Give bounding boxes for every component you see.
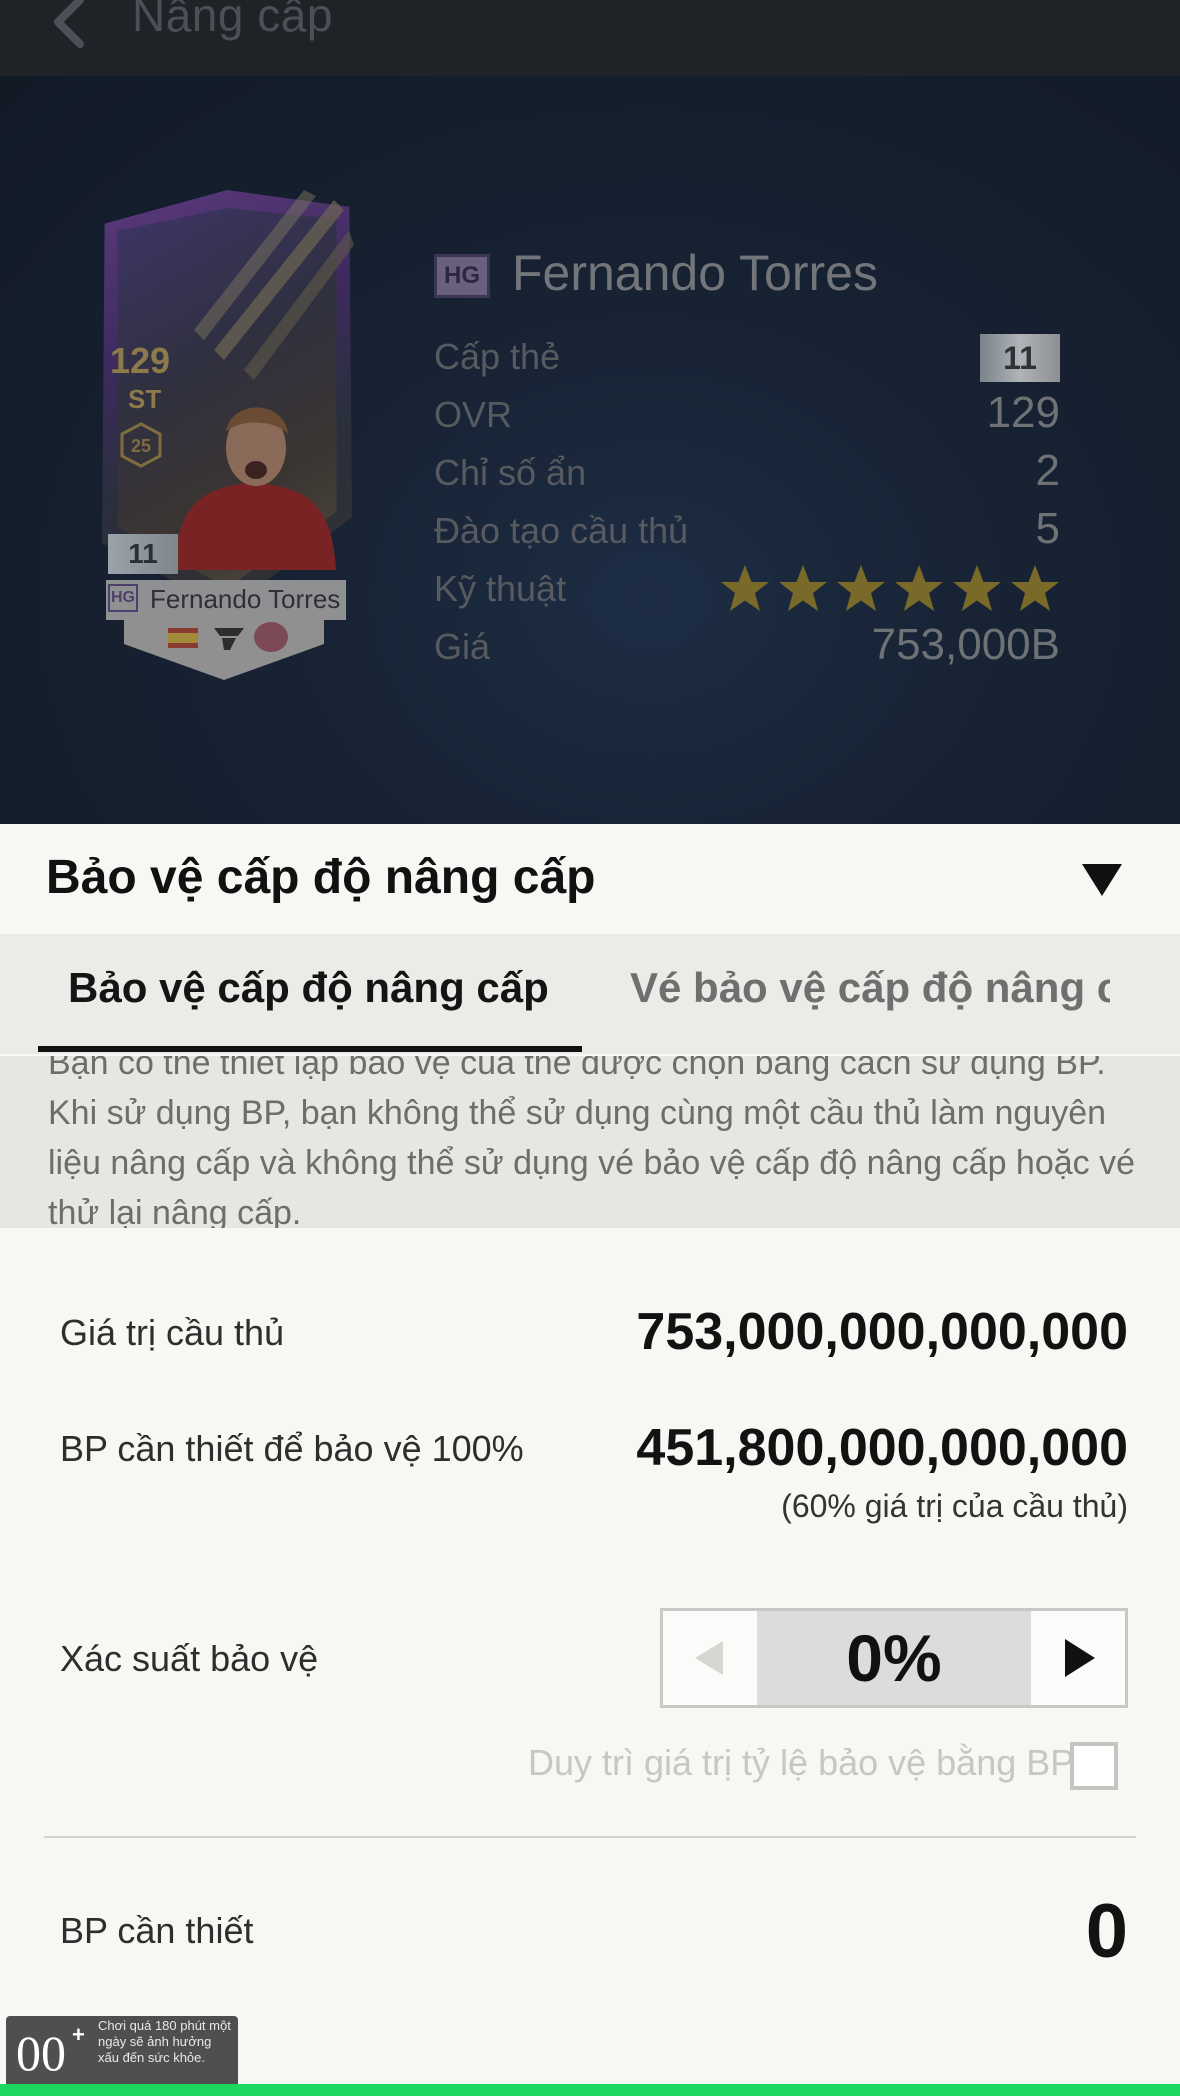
left-triangle-icon <box>695 1641 723 1675</box>
star-icon <box>895 565 943 611</box>
star-icon <box>779 565 827 611</box>
bp-full-note: (60% giá trị của cầu thủ) <box>781 1488 1128 1524</box>
stat-label-hidden-stat: Chỉ số ẩn <box>434 452 587 493</box>
star-icon <box>1011 565 1059 611</box>
probability-value: 0% <box>846 1621 942 1695</box>
probability-stepper: 0% <box>660 1608 1128 1708</box>
stat-label-price: Giá <box>434 626 491 667</box>
stat-value-hidden-stat: 2 <box>1035 446 1060 495</box>
player-photo <box>174 407 336 570</box>
age-rating-plus: + <box>72 2022 85 2047</box>
card-trait-badge: 25 <box>120 422 162 468</box>
description-box[interactable]: Bạn có thể thiết lập bảo vệ của thẻ được… <box>0 1056 1180 1228</box>
stat-value-ovr: 129 <box>986 388 1060 437</box>
league-logo-icon <box>214 628 244 650</box>
keep-rate-checkbox[interactable] <box>1070 1742 1118 1790</box>
bp-required-label: BP cần thiết <box>60 1910 254 1951</box>
keep-rate-label: Duy trì giá trị tỷ lệ bảo vệ bằng BP <box>528 1742 1075 1783</box>
stat-value-training: 5 <box>1035 504 1060 553</box>
card-season-badge: HG <box>108 584 138 612</box>
right-triangle-icon <box>1065 1639 1095 1677</box>
decrease-button[interactable] <box>663 1611 757 1705</box>
club-crest-icon <box>254 622 288 652</box>
active-tab-indicator <box>38 1046 582 1052</box>
stat-label-card-level: Cấp thẻ <box>434 336 561 377</box>
bp-required-value: 0 <box>1085 1889 1128 1974</box>
probability-label: Xác suất bảo vệ <box>60 1638 319 1679</box>
player-card: 129 ST 25 11 HG Fernando Torres <box>94 190 360 680</box>
skill-stars <box>718 562 1062 618</box>
stat-label-training: Đào tạo cầu thủ <box>434 510 689 551</box>
card-level: 11 <box>108 534 178 574</box>
stat-label-ovr: OVR <box>434 394 513 435</box>
bp-full-label: BP cần thiết để bảo vệ 100% <box>60 1428 524 1469</box>
star-icon <box>953 565 1001 611</box>
age-rating-warning: Chơi quá 180 phút một ngày sẽ ảnh hưởng … <box>98 2018 231 2065</box>
page-title: Nâng cấp <box>132 0 333 41</box>
top-bar: Nâng cấp <box>0 0 1180 76</box>
player-name: Fernando Torres <box>512 245 878 301</box>
increase-button[interactable] <box>1031 1611 1125 1705</box>
player-value: 753,000,000,000,000 <box>636 1303 1128 1361</box>
age-rating-number: 00 <box>16 2025 66 2081</box>
star-icon <box>721 565 769 611</box>
back-arrow-icon[interactable] <box>40 0 100 52</box>
season-badge: HG <box>434 254 490 298</box>
divider <box>44 1836 1136 1838</box>
stat-label-skill: Kỹ thuật <box>434 568 567 609</box>
card-player-name: Fernando Torres <box>150 584 341 614</box>
sheet-title: Bảo vệ cấp độ nâng cấp <box>46 851 596 904</box>
player-value-label: Giá trị cầu thủ <box>60 1312 285 1353</box>
nation-flag-icon <box>168 628 198 648</box>
card-badge-number: 25 <box>131 436 151 456</box>
tab-protection-ticket[interactable]: Vé bảo vệ cấp độ nâng cấp <box>630 964 1110 1012</box>
bp-full-value: 451,800,000,000,000 <box>636 1419 1128 1477</box>
collapse-triangle-icon[interactable] <box>1080 862 1124 898</box>
tab-bp-protection[interactable]: Bảo vệ cấp độ nâng cấp BP <box>68 964 550 1012</box>
card-ovr: 129 <box>110 340 171 381</box>
stat-value-card-level: 11 <box>980 334 1060 382</box>
card-rays-decoration <box>194 190 354 380</box>
description-text: Bạn có thể thiết lập bảo vệ của thẻ được… <box>48 1056 1136 1228</box>
star-icon <box>837 565 885 611</box>
stat-value-price: 753,000B <box>871 620 1060 669</box>
card-position: ST <box>128 384 162 414</box>
tab-bar: Bảo vệ cấp độ nâng cấp BP Vé bảo vệ cấp … <box>0 934 1180 1054</box>
bottom-accent-bar <box>0 2084 1180 2096</box>
age-rating-badge: 00 + Chơi quá 180 phút một ngày sẽ ảnh h… <box>6 2016 238 2088</box>
